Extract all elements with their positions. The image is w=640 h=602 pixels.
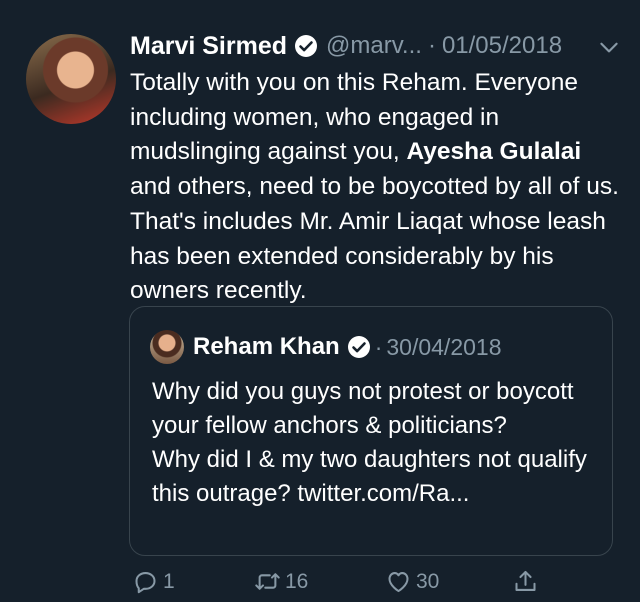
tweet-header: Marvi Sirmed @marv... · 01/05/2018 — [130, 28, 622, 64]
reply-action[interactable]: 1 — [132, 568, 175, 595]
quoted-tweet[interactable]: Reham Khan · 30/04/2018 Why did you guys… — [129, 306, 613, 556]
quoted-author-avatar — [150, 330, 184, 364]
separator-dot: · — [427, 32, 436, 59]
tweet-date[interactable]: 01/05/2018 — [442, 32, 562, 60]
like-count: 30 — [416, 569, 440, 593]
quoted-separator-dot: · — [374, 333, 383, 360]
like-action[interactable]: 30 — [385, 568, 439, 595]
tweet-text: Totally with you on this Reham. Everyone… — [130, 66, 620, 309]
verified-badge-icon — [295, 35, 318, 57]
quoted-tweet-text: Why did you guys not protest or boycott … — [152, 375, 602, 511]
retweet-action[interactable]: 16 — [254, 568, 308, 595]
verified-badge-icon — [347, 336, 370, 358]
retweet-icon — [255, 573, 280, 590]
tweet-actions: 1 16 30 — [132, 568, 612, 598]
reply-icon — [135, 572, 156, 594]
retweet-count: 16 — [285, 569, 309, 593]
tweet[interactable]: Marvi Sirmed @marv... · 01/05/2018 Total… — [0, 0, 640, 602]
quoted-author-name: Reham Khan — [193, 333, 340, 360]
quoted-tweet-header: Reham Khan · 30/04/2018 — [150, 327, 502, 367]
author-name[interactable]: Marvi Sirmed — [130, 32, 287, 61]
share-action[interactable] — [512, 568, 543, 595]
heart-icon — [388, 572, 409, 593]
author-handle[interactable]: @marv... — [326, 32, 422, 60]
tweet-text-bold: Ayesha Gulalai — [406, 138, 582, 166]
quoted-text-line2: Why did I & my two daughters not qualify… — [152, 446, 587, 507]
quoted-text-line1: Why did you guys not protest or boycott … — [152, 378, 574, 439]
chevron-down-icon[interactable] — [596, 34, 622, 60]
reply-count: 1 — [163, 569, 175, 593]
quoted-tweet-date: 30/04/2018 — [386, 333, 502, 360]
share-icon — [515, 570, 536, 591]
author-avatar[interactable] — [26, 34, 116, 124]
tweet-text-part2: and others, need to be boycotted by all … — [130, 173, 619, 305]
